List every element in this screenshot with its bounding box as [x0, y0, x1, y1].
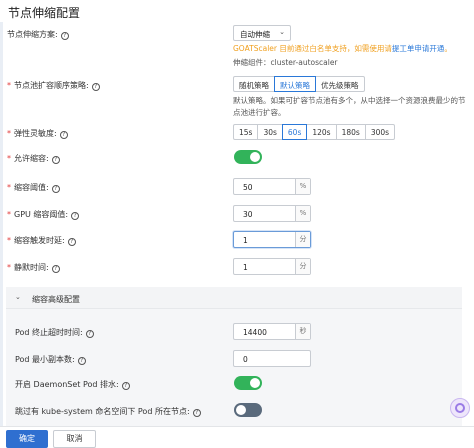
input-unit: % [295, 206, 310, 221]
scaling-strategy-option[interactable]: 默认策略 [274, 76, 316, 92]
elasticity-option[interactable]: 15s [233, 124, 259, 140]
scaling-strategy-description: 默认策略。如果可扩容节点池有多个，从中选择一个资源浪费最少的节点池进行扩容。 [233, 96, 466, 117]
help-icon[interactable]: ? [77, 357, 86, 365]
help-icon[interactable]: ? [67, 238, 76, 246]
left-edge [0, 0, 3, 448]
scaling-strategy-option[interactable]: 优先级策略 [315, 76, 365, 92]
help-icon[interactable]: ? [85, 330, 94, 338]
help-icon[interactable]: ? [59, 131, 68, 139]
scale-plan-value: 自动伸缩 [240, 30, 270, 39]
required-mark: * [7, 236, 11, 245]
elasticity-option[interactable]: 180s [335, 124, 366, 140]
scale-plan-select[interactable]: 自动伸缩 ⌄ [233, 25, 291, 41]
scale-down-threshold-input[interactable]: 50 % [233, 178, 311, 195]
help-icon[interactable]: ? [71, 212, 80, 220]
daemonset-evict-label: 开启 DaemonSet Pod 排水:? [15, 379, 130, 390]
scale-plan-label: 节点伸缩方案:? [7, 29, 69, 40]
help-icon[interactable]: ? [51, 156, 60, 164]
input-unit: % [295, 179, 310, 194]
input-unit: 分 [295, 232, 310, 247]
required-mark: * [7, 154, 11, 163]
gpu-threshold-input[interactable]: 30 % [233, 205, 311, 222]
help-icon[interactable]: ? [51, 265, 60, 273]
required-mark: * [7, 129, 11, 138]
assistant-ring [455, 403, 465, 413]
pod-min-replicas-input[interactable]: 0 [233, 350, 311, 367]
elasticity-option[interactable]: 60s [281, 124, 308, 140]
elasticity-option[interactable]: 300s [364, 124, 396, 140]
help-icon[interactable]: ? [121, 382, 130, 390]
advanced-panel-header[interactable]: ⌄ 缩容高级配置 [6, 287, 462, 309]
chevron-down-icon: ⌄ [279, 28, 285, 36]
gpu-threshold-label: * GPU 缩容阈值:? [7, 209, 80, 220]
help-icon[interactable]: ? [192, 409, 201, 417]
elasticity-group: 15s 30s 60s 120s 180s 300s [233, 124, 396, 140]
page-title: 节点伸缩配置 [8, 6, 81, 20]
elasticity-label: * 弹性灵敏度:? [7, 128, 68, 139]
scaling-strategy-label: * 节点池扩容顺序策略:? [7, 80, 100, 91]
required-mark: * [7, 210, 11, 219]
input-value: 14400 [243, 328, 267, 337]
pod-min-replicas-label: Pod 最小副本数:? [15, 354, 86, 365]
scale-plan-warning: GOATScaler 目前通过白名单支持，如需使用请提工单申请开通。 [233, 44, 452, 53]
scaling-strategy-group: 随机策略 默认策略 优先级策略 [233, 76, 365, 92]
input-unit: 秒 [295, 324, 310, 339]
help-icon[interactable]: ? [51, 185, 60, 193]
toggle-knob [236, 405, 246, 415]
required-mark: * [7, 81, 11, 90]
chevron-down-icon: ⌄ [15, 293, 21, 301]
allow-scale-down-toggle[interactable] [234, 150, 262, 164]
silent-time-input[interactable]: 1 分 [233, 258, 311, 275]
toggle-knob [250, 378, 260, 388]
input-unit: 分 [295, 259, 310, 274]
toggle-knob [250, 152, 260, 162]
advanced-panel-title: 缩容高级配置 [32, 295, 80, 304]
input-value: 1 [243, 263, 248, 272]
elasticity-option[interactable]: 120s [306, 124, 337, 140]
required-mark: * [7, 183, 11, 192]
allow-scale-down-label: * 允许缩容:? [7, 153, 60, 164]
confirm-button[interactable]: 确定 [6, 430, 48, 448]
input-value: 1 [243, 236, 248, 245]
page-header: 节点伸缩配置 [0, 0, 474, 22]
assistant-bubble-icon[interactable] [450, 398, 470, 418]
help-icon[interactable]: ? [60, 32, 69, 40]
required-mark: * [7, 263, 11, 272]
skip-kube-system-label: 跳过有 kube-system 命名空间下 Pod 所在节点:? [15, 406, 201, 417]
scale-down-delay-input[interactable]: 1 分 [233, 231, 311, 248]
silent-time-label: * 静默时间:? [7, 262, 60, 273]
pod-termination-label: Pod 终止超时时间:? [15, 327, 94, 338]
help-icon[interactable]: ? [91, 83, 100, 91]
input-value: 50 [243, 183, 253, 192]
scale-down-threshold-label: * 缩容阈值:? [7, 182, 60, 193]
scale-down-delay-label: * 缩容触发时延:? [7, 235, 76, 246]
scaling-strategy-option[interactable]: 随机策略 [233, 76, 275, 92]
daemonset-evict-toggle[interactable] [234, 376, 262, 390]
pod-termination-input[interactable]: 14400 秒 [233, 323, 311, 340]
input-value: 0 [243, 355, 248, 364]
cancel-button[interactable]: 取消 [53, 430, 96, 448]
input-value: 30 [243, 210, 253, 219]
ticket-link[interactable]: 提工单申请开通 [392, 44, 445, 53]
elasticity-option[interactable]: 30s [257, 124, 283, 140]
scale-component-hint: 伸缩组件：cluster-autoscaler [233, 58, 338, 67]
skip-kube-system-toggle[interactable] [234, 403, 262, 417]
footer-bar: 确定 取消 [0, 426, 474, 448]
